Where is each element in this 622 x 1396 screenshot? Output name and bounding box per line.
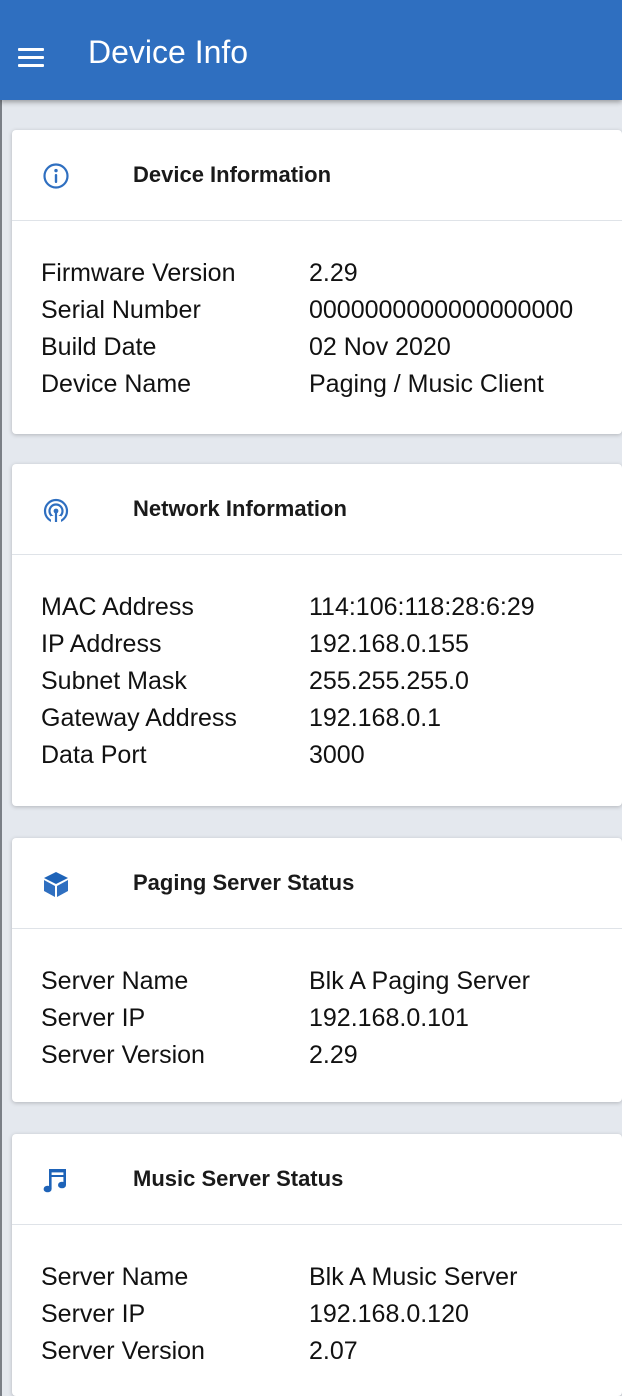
row-label: Server IP (41, 1004, 146, 1032)
music-note-icon (42, 1166, 70, 1194)
info-list: MAC Address 114:106:118:28:6:29 IP Addre… (12, 555, 622, 774)
row-label: Gateway Address (41, 704, 237, 732)
info-row: Server IP 192.168.0.101 (12, 1000, 622, 1037)
card-header: Network Information (12, 464, 622, 555)
row-label: Device Name (41, 370, 192, 398)
row-label: Server Name (41, 967, 189, 995)
cube-icon (42, 870, 70, 898)
wireless-signal-icon (42, 496, 70, 524)
info-row: Build Date 02 Nov 2020 (12, 329, 622, 366)
card-title: Music Server Status (133, 1166, 344, 1191)
row-label: Server Version (41, 1041, 205, 1069)
row-value: Blk A Music Server (309, 1263, 518, 1291)
info-list: Firmware Version 2.29 Serial Number 0000… (12, 221, 622, 403)
row-value: 2.29 (309, 1041, 358, 1069)
row-value: 192.168.0.101 (309, 1004, 469, 1032)
card-title: Paging Server Status (133, 870, 355, 895)
row-value: 192.168.0.1 (309, 704, 442, 732)
page-title: Device Info (88, 34, 249, 70)
info-row: Subnet Mask 255.255.255.0 (12, 663, 622, 700)
info-row: Device Name Paging / Music Client (12, 366, 622, 403)
row-label: Data Port (41, 741, 147, 769)
info-list: Server Name Blk A Music Server Server IP… (12, 1225, 622, 1370)
row-value: 114:106:118:28:6:29 (309, 593, 535, 621)
row-value: 255.255.255.0 (309, 667, 469, 695)
row-label: IP Address (41, 630, 162, 658)
info-row: Server IP 192.168.0.120 (12, 1296, 622, 1333)
music-server-status-card: Music Server Status Server Name Blk A Mu… (12, 1134, 622, 1396)
row-label: Build Date (41, 333, 157, 361)
row-value: Blk A Paging Server (309, 967, 530, 995)
info-row: Gateway Address 192.168.0.1 (12, 700, 622, 737)
row-value: 192.168.0.120 (309, 1300, 469, 1328)
row-value: 2.07 (309, 1337, 358, 1365)
card-header: Paging Server Status (12, 838, 622, 929)
row-label: Server Version (41, 1337, 205, 1365)
info-row: Data Port 3000 (12, 737, 622, 774)
row-label: Firmware Version (41, 259, 236, 287)
network-information-card: Network Information MAC Address 114:106:… (12, 464, 622, 806)
card-title: Network Information (133, 496, 347, 521)
info-row: IP Address 192.168.0.155 (12, 626, 622, 663)
row-value: 3000 (309, 741, 365, 769)
info-row: Firmware Version 2.29 (12, 255, 622, 292)
page-edge (0, 100, 2, 1396)
info-row: Server Version 2.07 (12, 1333, 622, 1370)
info-row: Server Name Blk A Paging Server (12, 963, 622, 1000)
row-label: Serial Number (41, 296, 201, 324)
card-header: Device Information (12, 130, 622, 221)
app-bar: Device Info (0, 0, 622, 100)
row-value: 02 Nov 2020 (309, 333, 451, 361)
info-list: Server Name Blk A Paging Server Server I… (12, 929, 622, 1074)
row-value: Paging / Music Client (309, 370, 544, 398)
info-row: Serial Number 0000000000000000000 (12, 292, 622, 329)
row-label: MAC Address (41, 593, 194, 621)
paging-server-status-card: Paging Server Status Server Name Blk A P… (12, 838, 622, 1102)
menu-icon[interactable] (18, 48, 44, 68)
row-label: Subnet Mask (41, 667, 187, 695)
row-label: Server IP (41, 1300, 146, 1328)
device-information-card: Device Information Firmware Version 2.29… (12, 130, 622, 434)
row-value: 192.168.0.155 (309, 630, 469, 658)
info-icon (42, 162, 70, 190)
card-header: Music Server Status (12, 1134, 622, 1225)
row-value: 2.29 (309, 259, 358, 287)
info-row: MAC Address 114:106:118:28:6:29 (12, 589, 622, 626)
row-value: 0000000000000000000 (309, 296, 574, 324)
row-label: Server Name (41, 1263, 189, 1291)
info-row: Server Version 2.29 (12, 1037, 622, 1074)
info-row: Server Name Blk A Music Server (12, 1259, 622, 1296)
card-title: Device Information (133, 162, 332, 187)
